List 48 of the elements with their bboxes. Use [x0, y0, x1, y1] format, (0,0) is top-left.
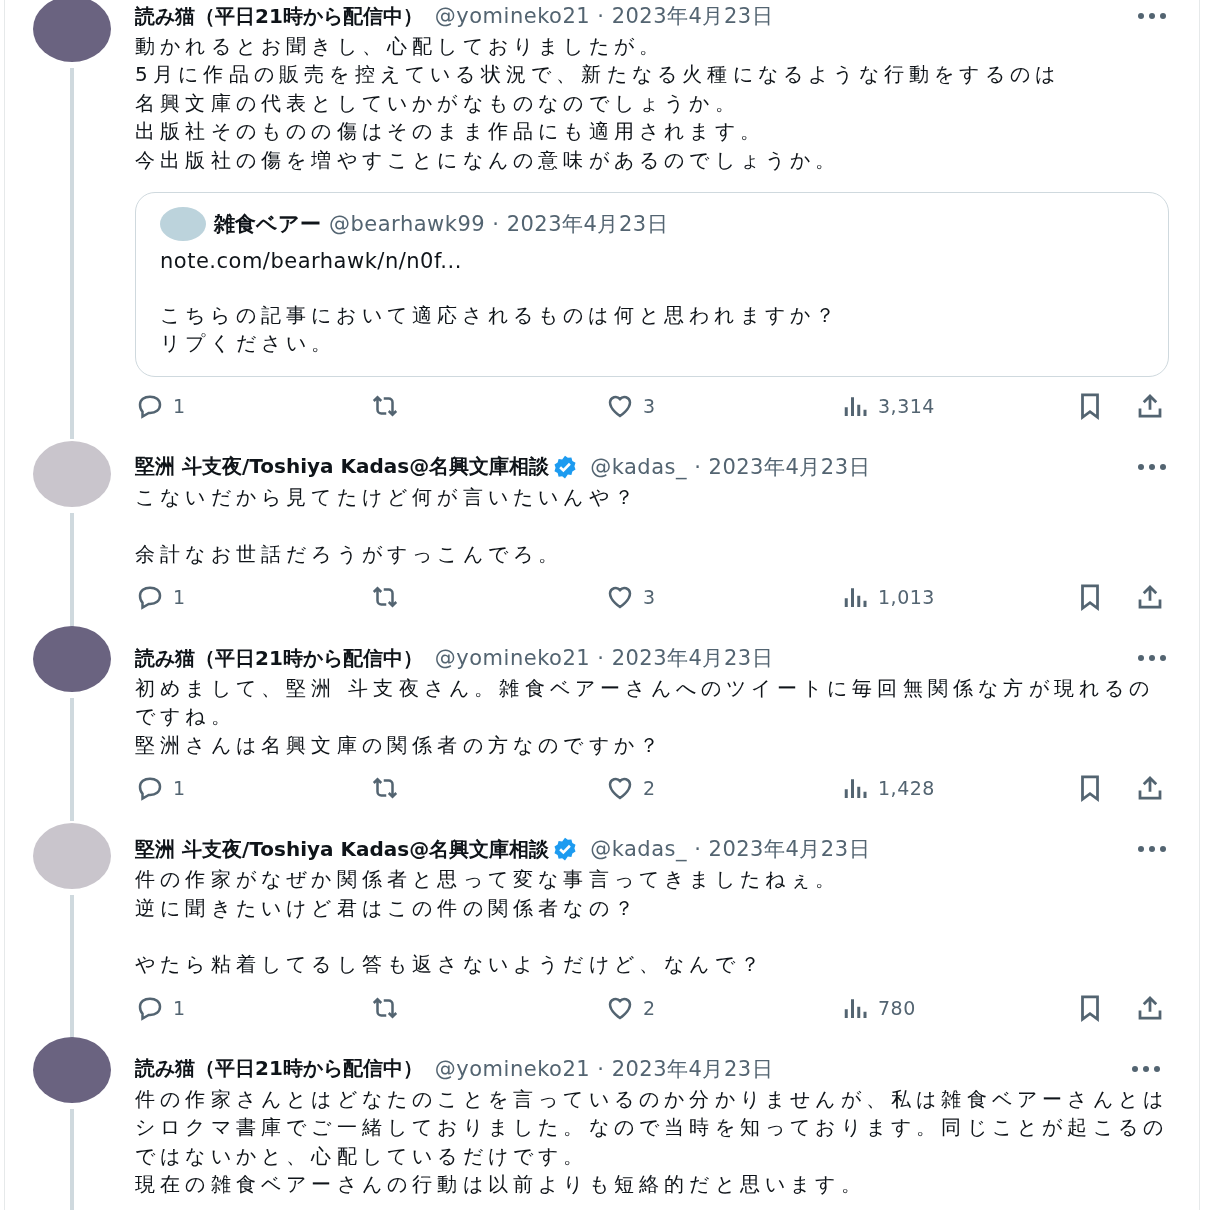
- tweet-text: 今出版社の傷を増やすことになんの意味があるのでしょうか。: [135, 146, 842, 174]
- handle-date: @kadas_ · 2023年4月23日: [590, 836, 871, 864]
- handle-date: @yomineko21 · 2023年4月23日: [434, 3, 774, 30]
- tweet-text: 余計なお世話だろうがすっこんでろ。: [135, 540, 565, 568]
- action-count: 3,314: [878, 394, 935, 417]
- action-count: 3: [643, 394, 656, 417]
- tweet-text: 現在の雑食ベアーさんの行動は以前よりも短絡的だと思います。: [135, 1171, 867, 1199]
- author-name[interactable]: 読み猫（平日21時から配信中）: [135, 2, 423, 30]
- quoted-text: リプください。: [160, 330, 338, 358]
- action-count: 1: [173, 394, 186, 417]
- action-count: 1,428: [878, 777, 935, 800]
- author-name[interactable]: 読み猫（平日21時から配信中）: [135, 1055, 423, 1083]
- action-count: 2: [643, 777, 656, 800]
- author-name[interactable]: 読み猫（平日21時から配信中）: [135, 644, 423, 672]
- tweet-text: 逆に聞きたいけど君はこの件の関係者なの？: [135, 894, 640, 922]
- tweet-text: 堅洲さんは名興文庫の関係者の方なのですか？: [135, 731, 666, 759]
- action-count: 2: [643, 996, 656, 1019]
- tweet-text: 5月に作品の販売を控えている状況で、新たなる火種になるような行動をするのは: [135, 61, 1062, 89]
- handle-date: @bearhawk99 · 2023年4月23日: [329, 211, 669, 239]
- tweet-text: 出版社そのものの傷はそのまま作品にも適用されます。: [135, 118, 766, 146]
- more-icon[interactable]: [1137, 654, 1167, 663]
- more-icon[interactable]: [1131, 1064, 1161, 1073]
- tweet-text: こないだから見てたけど何が言いたいんや？: [135, 483, 640, 511]
- action-count: 1: [173, 586, 186, 609]
- action-count: 1: [173, 777, 186, 800]
- tweet-text: 件の作家がなぜか関係者と思って変な事言ってきましたねぇ。: [135, 866, 842, 894]
- more-icon[interactable]: [1137, 462, 1167, 471]
- handle-date: @yomineko21 · 2023年4月23日: [434, 645, 774, 673]
- tweet-text: やたら粘着してるし答も返さないようだけど、なんで？: [135, 951, 766, 979]
- tweet-text: 件の作家さんとはどなたのことを言っているのか分かりませんが、私は雑食ベアーさんとはシロクマ書庫でご一緒しておりました。なので当時を知っております。同じことが起こるのではないかと、心配しているだけです。: [135, 1085, 1169, 1170]
- action-count: 1,013: [878, 586, 935, 609]
- more-icon[interactable]: [1137, 845, 1167, 854]
- author-name[interactable]: 堅洲 斗支夜/Toshiya Kadas@名興文庫相談: [135, 453, 550, 481]
- tweet-text: 初めまして、堅洲 斗支夜さん。雑食ベアーさんへのツイートに毎回無関係な方が現れるのですね。: [135, 675, 1156, 731]
- link-text: note.com/bearhawk/n/n0f...: [160, 249, 463, 274]
- author-name: 雑食ベアー: [214, 211, 321, 239]
- handle-date: @kadas_ · 2023年4月23日: [590, 453, 871, 481]
- handle-date: @yomineko21 · 2023年4月23日: [434, 1055, 774, 1083]
- quoted-tweet-card[interactable]: 雑食ベアー @bearhawk99 · 2023年4月23日 note.com/bearhawk/n/n0f... こちらの記事において適応されるものは何と思われますか？ リプください。: [135, 192, 1169, 377]
- author-name[interactable]: 堅洲 斗支夜/Toshiya Kadas@名興文庫相談: [135, 835, 550, 863]
- tweet-text: 名興文庫の代表としていかがなものなのでしょうか。: [135, 89, 741, 117]
- more-icon[interactable]: [1137, 12, 1167, 20]
- action-count: 1: [173, 996, 186, 1019]
- quoted-text: こちらの記事において適応されるものは何と思われますか？: [160, 302, 842, 330]
- avatar: [160, 207, 206, 242]
- action-count: 780: [878, 996, 916, 1019]
- tweet-text: 動かれるとお聞きし、心配しておりましたが。: [135, 33, 666, 60]
- action-count: 3: [643, 586, 656, 609]
